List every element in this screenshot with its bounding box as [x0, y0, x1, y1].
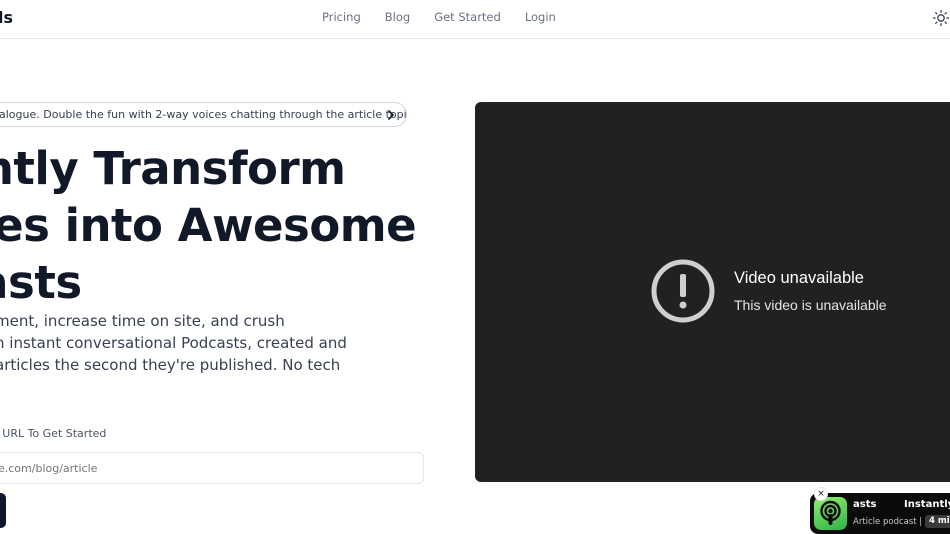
description-line-2: h instant conversational Podcasts, creat… [0, 334, 347, 352]
page: ls Pricing Blog Get Started Login alogue… [0, 0, 950, 534]
chevron-right-icon [388, 110, 394, 120]
duration-badge: 4 min [925, 515, 950, 528]
url-field-label: e URL To Get Started [0, 427, 107, 440]
nav-blog[interactable]: Blog [385, 10, 410, 24]
article-url-input[interactable] [0, 452, 424, 484]
mini-player-title: asts [853, 499, 877, 510]
mini-player-subtitle: Article podcast | [853, 517, 923, 527]
close-mini-player-button[interactable]: × [814, 487, 828, 501]
announcement-text: alogue. Double the fun with 2-way voices… [0, 108, 407, 121]
mini-player-title-scroll: Instantly [904, 499, 950, 510]
description-line-1: ment, increase time on site, and crush [0, 312, 285, 330]
hero-headline: antly Transform cles into Awesome casts [0, 140, 417, 311]
video-error-subtitle: This video is unavailable [734, 297, 887, 313]
theme-toggle-sun-icon[interactable] [932, 9, 950, 27]
alert-circle-icon [651, 259, 715, 323]
headline-line-2: cles into Awesome [0, 199, 417, 252]
announcement-pill[interactable]: alogue. Double the fun with 2-way voices… [0, 102, 407, 127]
video-error-title: Video unavailable [734, 269, 864, 287]
nav-login[interactable]: Login [525, 10, 556, 24]
hero-description: ment, increase time on site, and crush h… [0, 310, 375, 376]
get-started-button[interactable] [0, 493, 6, 528]
site-header: ls Pricing Blog Get Started Login [0, 0, 950, 39]
main-nav: Pricing Blog Get Started Login [322, 10, 580, 24]
podcast-mini-player[interactable]: asts Instantly Article podcast | 4 min [810, 493, 950, 534]
nav-pricing[interactable]: Pricing [322, 10, 361, 24]
podcast-icon [820, 500, 841, 525]
site-logo[interactable]: ls [0, 8, 13, 27]
headline-line-3: casts [0, 256, 82, 309]
podcast-artwork [814, 497, 847, 530]
description-line-3: articles the second they're published. N… [0, 356, 341, 374]
video-embed[interactable]: Video unavailable This video is unavaila… [475, 102, 950, 482]
nav-get-started[interactable]: Get Started [434, 10, 501, 24]
headline-line-1: antly Transform [0, 142, 346, 195]
